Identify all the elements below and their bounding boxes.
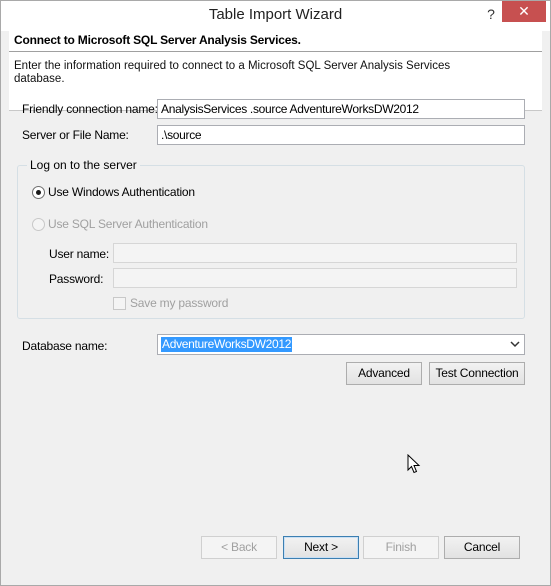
radio-selected-dot xyxy=(36,190,41,195)
save-password-checkbox[interactable] xyxy=(113,297,126,310)
help-icon[interactable]: ? xyxy=(484,6,498,24)
test-connection-button[interactable]: Test Connection xyxy=(429,362,525,385)
username-input[interactable] xyxy=(113,243,517,263)
server-name-label: Server or File Name: xyxy=(22,128,129,142)
password-input[interactable] xyxy=(113,268,517,288)
windows-auth-label[interactable]: Use Windows Authentication xyxy=(48,185,195,199)
database-name-combobox[interactable]: AdventureWorksDW2012 xyxy=(157,334,525,355)
database-name-value[interactable]: AdventureWorksDW2012 xyxy=(161,337,293,352)
friendly-name-input[interactable]: AnalysisServices .source AdventureWorksD… xyxy=(157,99,525,119)
windows-auth-radio[interactable] xyxy=(32,186,45,199)
password-label: Password: xyxy=(49,272,104,286)
friendly-name-label: Friendly connection name: xyxy=(22,102,158,116)
finish-button[interactable]: Finish xyxy=(363,536,439,559)
page-description: Enter the information required to connec… xyxy=(14,60,451,85)
server-name-input[interactable]: .\source xyxy=(157,125,525,145)
chevron-down-icon[interactable] xyxy=(509,338,521,350)
mouse-cursor-icon xyxy=(407,454,421,474)
next-button[interactable]: Next > xyxy=(283,536,359,559)
sql-auth-label[interactable]: Use SQL Server Authentication xyxy=(48,217,208,231)
table-import-wizard-window: Table Import Wizard ? ✕ Connect to Micro… xyxy=(0,0,551,586)
database-name-label: Database name: xyxy=(22,339,108,353)
page-title: Connect to Microsoft SQL Server Analysis… xyxy=(14,33,301,47)
username-label: User name: xyxy=(49,247,110,261)
advanced-button[interactable]: Advanced xyxy=(346,362,422,385)
back-button[interactable]: < Back xyxy=(201,536,277,559)
title-bar: Table Import Wizard ? ✕ xyxy=(1,1,550,31)
logon-group-caption: Log on to the server xyxy=(27,158,140,172)
window-title: Table Import Wizard xyxy=(208,6,343,23)
cancel-button[interactable]: Cancel xyxy=(444,536,520,559)
sql-auth-radio[interactable] xyxy=(32,218,45,231)
close-icon[interactable]: ✕ xyxy=(502,1,546,22)
header-divider xyxy=(9,51,542,52)
save-password-label[interactable]: Save my password xyxy=(130,296,228,310)
